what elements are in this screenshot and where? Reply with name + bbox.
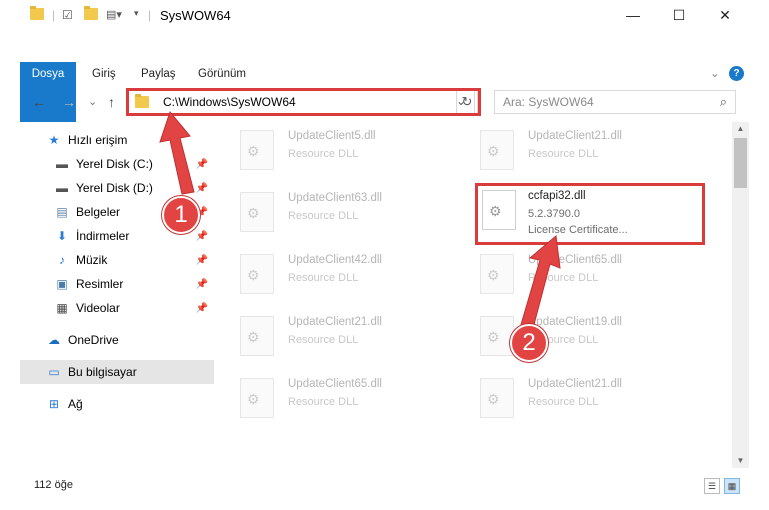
file-explorer-window: | ☑ ▤▾ ▾ | SysWOW64 — ☐ ✕ Dosya Giriş Pa… xyxy=(0,0,769,510)
arrow-2 xyxy=(519,235,561,333)
arrow-1 xyxy=(159,110,195,195)
step-1-badge: 1 xyxy=(162,196,200,234)
annotation-arrows xyxy=(159,110,561,333)
step-2-badge: 2 xyxy=(510,324,548,362)
